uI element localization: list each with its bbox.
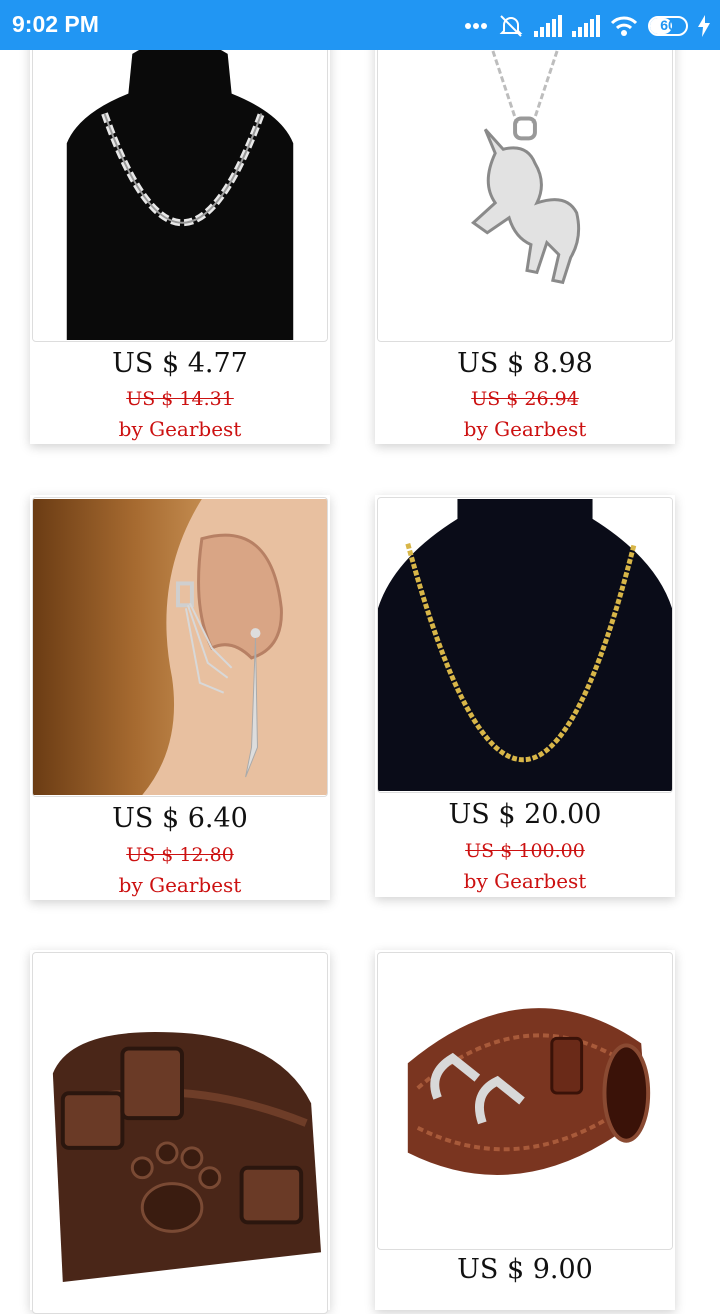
product-image-double-buckle-leather-bracelet xyxy=(377,952,673,1250)
product-seller: by Gearbest xyxy=(463,869,587,893)
product-card[interactable]: US $ 8.98 US $ 26.94 by Gearbest xyxy=(375,30,675,444)
battery-percent: 60 xyxy=(660,17,676,33)
product-image-silver-chain-necklace xyxy=(32,32,328,342)
charging-icon xyxy=(698,15,710,37)
product-card[interactable]: US $ 9.00 xyxy=(375,950,675,1310)
product-old-price: US $ 26.94 xyxy=(471,388,579,410)
product-seller: by Gearbest xyxy=(118,417,242,441)
product-price: US $ 6.40 xyxy=(112,803,248,834)
status-icons: 60 xyxy=(464,12,710,40)
product-card[interactable]: US $ 20.00 US $ 100.00 by Gearbest xyxy=(375,495,675,897)
product-card[interactable] xyxy=(30,950,330,1314)
wifi-icon xyxy=(610,16,638,36)
product-seller: by Gearbest xyxy=(118,873,242,897)
product-price: US $ 8.98 xyxy=(457,348,593,379)
product-old-price: US $ 12.80 xyxy=(126,844,234,866)
alarm-off-icon xyxy=(499,15,523,37)
product-image-ear-cuff-chain xyxy=(32,497,328,797)
product-price: US $ 20.00 xyxy=(448,799,602,830)
product-image-unicorn-pendant xyxy=(377,32,673,342)
product-old-price: US $ 14.31 xyxy=(126,388,234,410)
product-price: US $ 9.00 xyxy=(457,1254,593,1285)
product-price: US $ 4.77 xyxy=(112,348,248,379)
signal-icon-2 xyxy=(572,15,600,37)
status-time: 9:02 PM xyxy=(12,11,99,37)
battery-icon: 60 xyxy=(648,16,688,36)
product-image-gold-chain-necklace xyxy=(377,497,673,793)
product-seller: by Gearbest xyxy=(463,417,587,441)
status-bar: 9:02 PM 60 xyxy=(0,0,720,50)
product-card[interactable]: US $ 4.77 US $ 14.31 by Gearbest xyxy=(30,30,330,444)
more-dots-icon xyxy=(465,23,487,29)
signal-icon xyxy=(534,15,562,37)
product-image-leather-cuff-paw xyxy=(32,952,328,1314)
product-card[interactable]: US $ 6.40 US $ 12.80 by Gearbest xyxy=(30,495,330,900)
product-old-price: US $ 100.00 xyxy=(465,840,585,862)
